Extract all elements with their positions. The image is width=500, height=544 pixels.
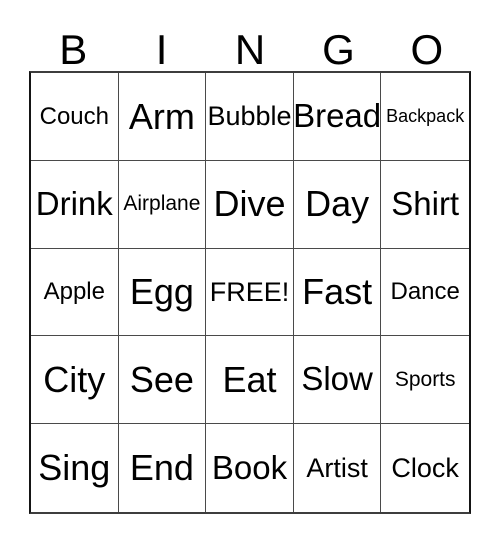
bingo-cell-label: Eat bbox=[222, 358, 277, 400]
bingo-cell-label: Clock bbox=[391, 452, 459, 483]
free-space-label: FREE! bbox=[209, 276, 290, 307]
bingo-cell-label: Artist bbox=[306, 452, 368, 483]
bingo-cell-o5[interactable]: Clock bbox=[381, 424, 469, 512]
header-letter-n: N bbox=[234, 26, 266, 73]
bingo-cell-i2[interactable]: Airplane bbox=[118, 160, 207, 249]
bingo-cell-o3[interactable]: Dance bbox=[381, 248, 469, 337]
bingo-cell-i4[interactable]: See bbox=[118, 336, 207, 425]
bingo-grid: Couch Arm Bubble Bread Backpack Drink Ai… bbox=[29, 71, 471, 514]
bingo-cell-o2[interactable]: Shirt bbox=[381, 160, 469, 249]
bingo-cell-b3[interactable]: Apple bbox=[31, 248, 119, 337]
bingo-cell-b1[interactable]: Couch bbox=[31, 73, 119, 161]
header-letter-o: O bbox=[410, 26, 444, 73]
bingo-cell-b5[interactable]: Sing bbox=[31, 424, 119, 512]
bingo-cell-label: Sing bbox=[38, 447, 111, 489]
bingo-cell-label: Dance bbox=[390, 278, 460, 306]
bingo-cell-label: Fast bbox=[302, 271, 373, 313]
bingo-cell-label: See bbox=[129, 358, 194, 400]
bingo-cell-n2[interactable]: Dive bbox=[206, 160, 294, 249]
bingo-cell-label: Apple bbox=[43, 278, 105, 306]
bingo-cell-label: Bread bbox=[293, 97, 382, 135]
bingo-cell-i1[interactable]: Arm bbox=[118, 73, 207, 161]
bingo-card: B I N G O Couch Arm Bubble Bread Backpac… bbox=[0, 0, 500, 544]
bingo-cell-free-space[interactable]: FREE! bbox=[206, 248, 294, 337]
bingo-cell-label: Slow bbox=[301, 360, 373, 398]
bingo-cell-label: Shirt bbox=[391, 184, 460, 222]
bingo-cell-label: Airplane bbox=[123, 192, 201, 216]
bingo-cell-label: Couch bbox=[39, 102, 109, 130]
bingo-cell-g3[interactable]: Fast bbox=[293, 248, 382, 337]
bingo-cell-label: City bbox=[43, 358, 106, 400]
bingo-cell-n4[interactable]: Eat bbox=[206, 336, 294, 425]
bingo-header-row: B I N G O bbox=[29, 22, 471, 71]
bingo-cell-label: Egg bbox=[129, 271, 194, 313]
bingo-cell-label: Day bbox=[305, 183, 370, 225]
header-letter-g: G bbox=[322, 26, 355, 73]
bingo-cell-i5[interactable]: End bbox=[118, 424, 207, 512]
header-letter-i: I bbox=[155, 26, 168, 73]
bingo-cell-b2[interactable]: Drink bbox=[31, 160, 119, 249]
header-letter-b: B bbox=[59, 26, 88, 73]
bingo-cell-g2[interactable]: Day bbox=[293, 160, 382, 249]
bingo-cell-i3[interactable]: Egg bbox=[118, 248, 207, 337]
bingo-cell-g5[interactable]: Artist bbox=[293, 424, 382, 512]
bingo-cell-o1[interactable]: Backpack bbox=[381, 73, 469, 161]
bingo-cell-label: Bubble bbox=[207, 101, 292, 132]
bingo-cell-label: Drink bbox=[35, 184, 113, 222]
bingo-cell-o4[interactable]: Sports bbox=[381, 336, 469, 425]
bingo-cell-g4[interactable]: Slow bbox=[293, 336, 382, 425]
bingo-cell-label: Arm bbox=[128, 95, 195, 137]
bingo-cell-label: End bbox=[129, 447, 194, 489]
bingo-cell-label: Backpack bbox=[386, 105, 465, 126]
bingo-cell-label: Dive bbox=[213, 183, 286, 225]
bingo-cell-g1[interactable]: Bread bbox=[293, 73, 382, 161]
bingo-cell-label: Book bbox=[211, 448, 288, 486]
bingo-cell-label: Sports bbox=[394, 367, 456, 391]
bingo-cell-b4[interactable]: City bbox=[31, 336, 119, 425]
bingo-cell-n5[interactable]: Book bbox=[206, 424, 294, 512]
bingo-cell-n1[interactable]: Bubble bbox=[206, 73, 294, 161]
